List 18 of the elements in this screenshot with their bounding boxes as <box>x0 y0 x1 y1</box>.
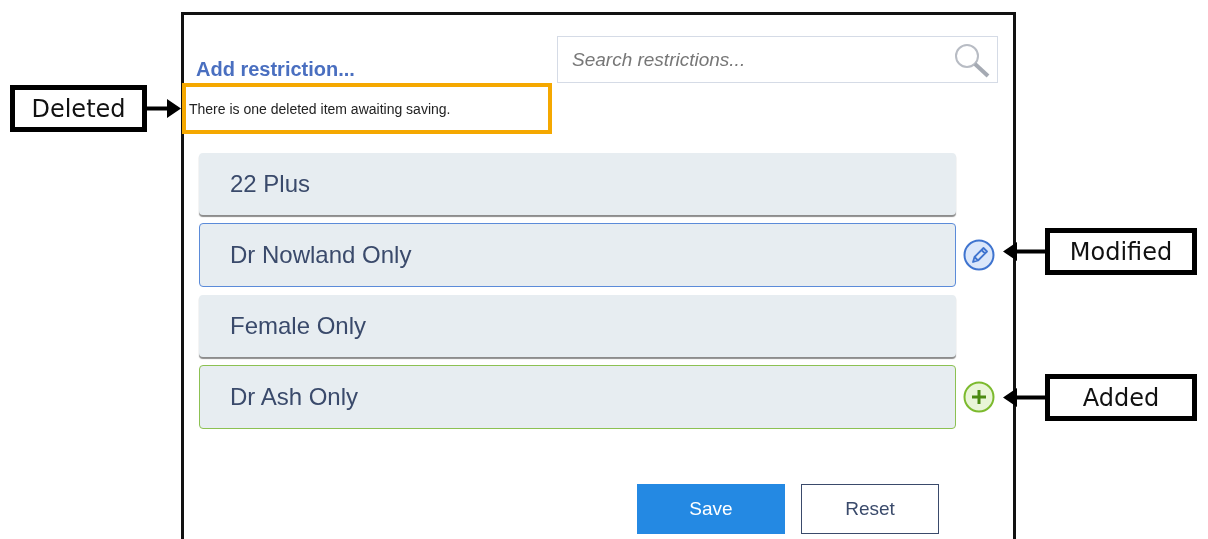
plus-icon <box>963 381 995 413</box>
add-restriction-link[interactable]: Add restriction... <box>196 58 355 83</box>
search-icon <box>952 42 992 78</box>
restriction-item[interactable]: Dr Ash Only <box>199 365 956 429</box>
callout-arrow <box>1003 242 1045 261</box>
search-field[interactable]: Search restrictions... <box>557 36 998 83</box>
deleted-notice: There is one deleted item awaiting saving. <box>182 83 552 134</box>
save-button[interactable]: Save <box>637 484 785 534</box>
pencil-icon <box>963 239 995 271</box>
callout-label: Modified <box>1045 228 1197 275</box>
callout-label: Deleted <box>10 85 147 132</box>
restriction-item[interactable]: Female Only <box>199 295 956 357</box>
callout-arrow <box>1003 388 1045 407</box>
restriction-item[interactable]: 22 Plus <box>199 153 956 215</box>
reset-button[interactable]: Reset <box>801 484 939 534</box>
callout-label: Added <box>1045 374 1197 421</box>
restriction-item[interactable]: Dr Nowland Only <box>199 223 956 287</box>
callout-arrow <box>147 99 181 118</box>
